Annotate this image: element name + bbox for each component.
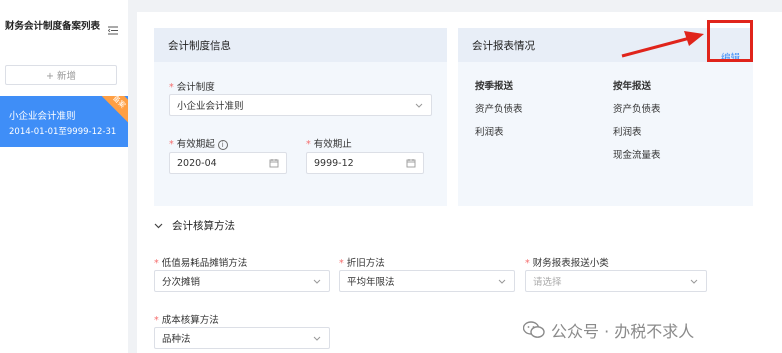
chevron-down-icon [313,336,321,341]
chevron-down-icon [415,103,423,108]
system-select-value: 小企业会计准则 [177,101,244,112]
yearly-item: 现金流量表 [613,150,661,161]
depreciation-select[interactable]: 平均年限法 [339,270,515,292]
wechat-logo-icon [523,321,545,338]
sidebar-title: 财务会计制度备案列表 [5,21,101,32]
end-date-picker[interactable]: 9999-12 [306,152,424,174]
start-date-label-text: 有效期起 [176,139,215,150]
sidebar-item-record[interactable]: 备案 小企业会计准则 2014-01-01至9999-12-31 [0,96,128,147]
report-type-placeholder: 请选择 [533,277,562,288]
chevron-down-icon [154,223,163,228]
required-mark: * [169,139,174,150]
report-status-title: 会计报表情况 [472,39,535,52]
cost-method-label: * 成本核算方法 [154,312,219,326]
chevron-down-icon [690,279,698,284]
calendar-icon [269,159,279,168]
watermark: 公众号 · 办税不求人 [523,318,694,342]
cost-method-select-value: 品种法 [162,334,191,345]
system-info-card: 会计制度信息 * 会计制度 小企业会计准则 * 有效期起 i 2020-04 * 有效期… [154,28,447,206]
annotation-highlight-box [707,20,753,62]
system-label-text: 会计制度 [176,82,215,93]
accounting-section-title: 会计核算方法 [172,220,235,232]
report-type-select[interactable]: 请选择 [525,270,707,292]
add-record-button[interactable]: + 新增 [5,65,117,85]
report-type-label: * 财务报表报送小类 [525,255,609,269]
start-date-picker[interactable]: 2020-04 [169,152,287,174]
quarterly-item: 资产负债表 [475,104,523,115]
low-value-select-value: 分次摊销 [162,277,201,288]
system-info-header: 会计制度信息 [154,28,447,62]
sidebar-header: 财务会计制度备案列表 [0,0,128,50]
quarterly-item: 利润表 [475,127,504,138]
cost-method-select[interactable]: 品种法 [154,327,330,349]
required-mark: * [154,258,159,269]
system-label: * 会计制度 [169,79,215,93]
calendar-icon [406,159,416,168]
chevron-down-icon [313,279,321,284]
collapse-menu-icon[interactable] [108,26,118,35]
yearly-header: 按年报送 [613,81,652,92]
report-type-label-text: 财务报表报送小类 [532,258,609,269]
chevron-down-icon [498,279,506,284]
required-mark: * [525,258,530,269]
depreciation-label-text: 折旧方法 [346,258,385,269]
watermark-text: 公众号 · 办税不求人 [551,322,695,341]
system-select[interactable]: 小企业会计准则 [169,94,432,116]
low-value-select[interactable]: 分次摊销 [154,270,330,292]
quarterly-header: 按季报送 [475,81,514,92]
sidebar-item-range: 2014-01-01至9999-12-31 [9,127,117,137]
depreciation-select-value: 平均年限法 [347,277,395,288]
low-value-label-text: 低值易耗品摊销方法 [161,258,248,269]
depreciation-label: * 折旧方法 [339,255,385,269]
required-mark: * [154,315,159,326]
required-mark: * [169,82,174,93]
end-date-label-text: 有效期止 [313,139,352,150]
main-panel: 会计制度信息 * 会计制度 小企业会计准则 * 有效期起 i 2020-04 * 有效期… [137,12,782,353]
sidebar: 财务会计制度备案列表 + 新增 备案 小企业会计准则 2014-01-01至99… [0,0,128,353]
yearly-item: 利润表 [613,127,642,138]
yearly-item: 资产负债表 [613,104,661,115]
sidebar-item-name: 小企业会计准则 [9,111,76,122]
required-mark: * [339,258,344,269]
accounting-section-toggle[interactable]: 会计核算方法 [154,218,235,233]
low-value-label: * 低值易耗品摊销方法 [154,255,247,269]
required-mark: * [306,139,311,150]
cost-method-label-text: 成本核算方法 [161,315,219,326]
start-date-value: 2020-04 [177,157,217,169]
info-icon[interactable]: i [217,139,228,150]
end-date-value: 9999-12 [314,157,354,169]
end-date-label: * 有效期止 [306,136,352,150]
start-date-label: * 有效期起 i [169,136,228,150]
system-info-title: 会计制度信息 [168,39,231,52]
